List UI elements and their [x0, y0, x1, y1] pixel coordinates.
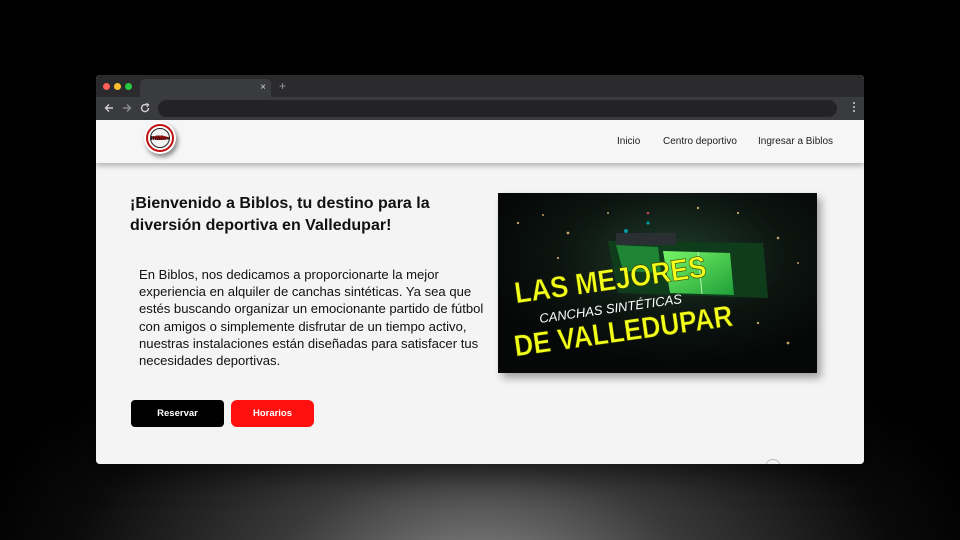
address-bar[interactable]	[158, 100, 837, 117]
new-tab-button[interactable]: +	[279, 79, 286, 93]
minimize-window-button[interactable]	[114, 83, 121, 90]
browser-menu-icon[interactable]	[852, 102, 856, 114]
browser-toolbar	[96, 97, 864, 120]
reload-icon[interactable]	[139, 102, 151, 114]
tab-close-icon[interactable]: ×	[260, 81, 266, 95]
scroll-indicator-icon[interactable]	[765, 459, 781, 464]
site-header: Biblos Inicio Centro deportivo Ingresar …	[96, 120, 864, 163]
forward-arrow-icon[interactable]	[121, 102, 133, 114]
browser-tab[interactable]: ×	[140, 79, 271, 97]
zoom-window-button[interactable]	[125, 83, 132, 90]
page-title: ¡Bienvenido a Biblos, tu destino para la…	[130, 195, 430, 234]
biblos-logo[interactable]: Biblos	[144, 122, 176, 154]
hero-banner-image: LAS MEJORES CANCHAS SINTÉTICAS DE VALLED…	[498, 193, 817, 373]
horarios-button[interactable]: Horarios	[231, 400, 314, 427]
logo-text: Biblos	[149, 136, 169, 142]
close-window-button[interactable]	[103, 83, 110, 90]
intro-paragraph: En Biblos, nos dedicamos a proporcionart…	[139, 267, 484, 369]
tab-bar: × +	[96, 75, 864, 97]
browser-window: × + Biblos Inicio Centro deportivo Ingre…	[96, 75, 864, 464]
back-arrow-icon[interactable]	[103, 102, 115, 114]
nav-inicio[interactable]: Inicio	[617, 120, 640, 163]
main-content: ¡Bienvenido a Biblos, tu destino para la…	[96, 163, 864, 464]
nav-ingresar[interactable]: Ingresar a Biblos	[758, 120, 833, 163]
nav-centro-deportivo[interactable]: Centro deportivo	[663, 120, 737, 163]
reservar-button[interactable]: Reservar	[131, 400, 224, 427]
